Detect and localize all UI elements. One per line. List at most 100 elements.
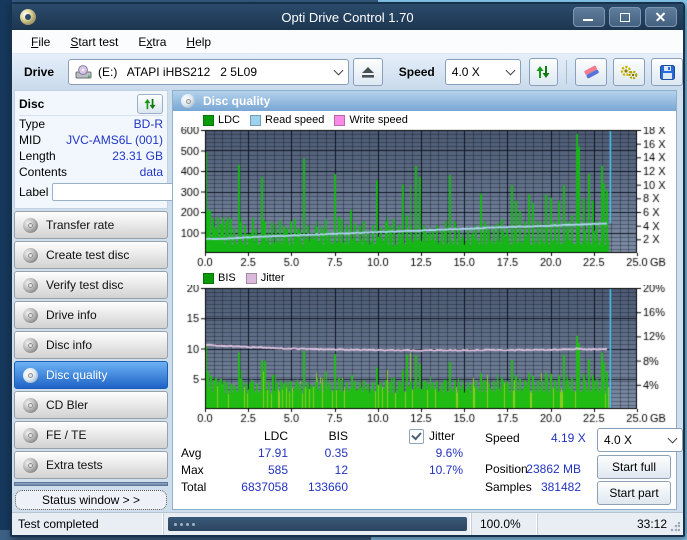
status-bar: Test completed 100.0% 33:12 <box>12 512 683 535</box>
menu-extra[interactable]: Extra <box>129 32 175 52</box>
app-disc-icon <box>20 9 36 25</box>
total-ldc: 6837058 <box>233 480 288 494</box>
status-message-cell: Test completed <box>12 513 164 535</box>
write-speed-swatch <box>334 115 345 126</box>
status-message: Test completed <box>18 517 99 531</box>
progress-percent-cell: 100.0% <box>472 513 538 535</box>
menu-start-test[interactable]: Start test <box>61 32 127 52</box>
start-part-button[interactable]: Start part <box>597 481 671 505</box>
disc-length-label: Length <box>19 149 56 163</box>
resize-grip[interactable] <box>670 522 680 532</box>
bis-chart-canvas[interactable] <box>175 285 675 425</box>
jitter-checkbox[interactable] <box>409 429 424 444</box>
jitter-checkbox-label: Jitter <box>429 429 455 443</box>
save-button[interactable] <box>651 58 683 86</box>
max-bis: 12 <box>298 463 348 477</box>
disc-contents-value: data <box>140 165 163 179</box>
refresh-button[interactable] <box>529 58 559 86</box>
status-window-button[interactable]: Status window > > <box>15 490 167 510</box>
total-row-label: Total <box>181 480 206 494</box>
drive-value: (E:) ATAPI iHBS212 2 5L09 <box>98 65 257 79</box>
read-speed-swatch <box>250 115 261 126</box>
sidebar: Disc Type BD-R MID JVC-AMS6L (001) Lengt… <box>12 90 170 512</box>
disc-type-row: Type BD-R <box>19 116 163 132</box>
bis-jitter-chart: BIS Jitter <box>173 269 676 425</box>
sidebar-filler <box>14 482 168 486</box>
toolbar: Drive (E:) ATAPI iHBS212 2 5L09 Speed 4.… <box>12 54 683 90</box>
elapsed-time: 33:12 <box>637 517 667 531</box>
minimize-button[interactable] <box>573 7 605 27</box>
refresh-icon <box>144 98 156 110</box>
minimize-icon <box>583 19 593 21</box>
menu-bar: File Start test Extra Help <box>12 30 683 54</box>
jitter-swatch <box>246 273 257 284</box>
stats-section: LDC BIS Avg 17.91 0.35 9.6% Max 585 12 1… <box>173 425 676 509</box>
ldc-swatch <box>203 115 214 126</box>
avg-bis: 0.35 <box>298 446 348 460</box>
samples-value: 381482 <box>503 480 581 494</box>
progress-bar <box>168 517 467 531</box>
disc-quality-panel: Disc quality LDC Read speed Write speed … <box>172 90 677 510</box>
disc-length-value: 23.31 GB <box>112 149 163 163</box>
disc-icon <box>23 308 38 323</box>
avg-row-label: Avg <box>181 446 201 460</box>
erase-disc-button[interactable] <box>575 58 607 86</box>
speed-result-value: 4.19 X <box>551 431 586 445</box>
checkmark-icon <box>411 430 421 441</box>
max-jitter: 10.7% <box>413 463 463 477</box>
sidebar-item-fe-te[interactable]: FE / TE <box>14 421 168 449</box>
speed-select[interactable]: 4.0 X <box>445 59 521 85</box>
sidebar-item-verify-test-disc[interactable]: Verify test disc <box>14 271 168 299</box>
speed-label: Speed <box>399 65 435 79</box>
chart-legend: BIS Jitter <box>203 271 676 285</box>
disc-contents-label: Contents <box>19 165 67 179</box>
avg-jitter: 9.6% <box>413 446 463 460</box>
sidebar-item-transfer-rate[interactable]: Transfer rate <box>14 211 168 239</box>
speed-result-label: Speed <box>485 431 520 445</box>
speed-value: 4.0 X <box>452 65 480 79</box>
disc-icon <box>23 248 38 263</box>
elapsed-time-cell: 33:12 <box>538 513 683 535</box>
panel-header: Disc quality <box>173 91 676 111</box>
ldc-chart-canvas[interactable] <box>175 127 675 269</box>
content-area: Disc Type BD-R MID JVC-AMS6L (001) Lengt… <box>12 90 683 512</box>
disc-panel-title: Disc <box>19 97 44 111</box>
menu-file[interactable]: File <box>22 32 59 52</box>
sidebar-item-create-test-disc[interactable]: Create test disc <box>14 241 168 269</box>
chart-legend: LDC Read speed Write speed <box>203 113 676 127</box>
start-full-button[interactable]: Start full <box>597 455 671 479</box>
disc-mid-value: JVC-AMS6L (001) <box>66 133 163 147</box>
toolbar-separator <box>566 60 567 84</box>
eject-icon <box>362 67 374 78</box>
legend-write-speed: Write speed <box>334 114 408 126</box>
disc-mid-label: MID <box>19 133 41 147</box>
drive-select[interactable]: (E:) ATAPI iHBS212 2 5L09 <box>68 59 349 85</box>
total-bis: 133660 <box>298 480 348 494</box>
refresh-icon <box>536 65 550 79</box>
close-button[interactable] <box>645 7 677 27</box>
eject-button[interactable] <box>353 58 383 86</box>
disc-icon <box>181 94 195 108</box>
sidebar-item-disc-quality[interactable]: Disc quality <box>14 361 168 389</box>
sidebar-item-extra-tests[interactable]: Extra tests <box>14 451 168 479</box>
disc-type-value: BD-R <box>134 117 163 131</box>
disc-contents-row: Contents data <box>19 164 163 180</box>
ldc-column-header: LDC <box>233 429 288 443</box>
sidebar-item-disc-info[interactable]: Disc info <box>14 331 168 359</box>
menu-help[interactable]: Help <box>177 32 220 52</box>
max-row-label: Max <box>181 463 204 477</box>
bis-swatch <box>203 273 214 284</box>
title-bar[interactable]: Opti Drive Control 1.70 <box>12 4 683 30</box>
chevron-down-icon <box>505 66 515 76</box>
sidebar-item-cd-bler[interactable]: CD Bler <box>14 391 168 419</box>
legend-read-speed: Read speed <box>250 114 324 126</box>
test-speed-select[interactable]: 4.0 X <box>597 428 683 452</box>
maximize-button[interactable] <box>609 7 641 27</box>
panel-title: Disc quality <box>203 94 270 108</box>
sidebar-item-drive-info[interactable]: Drive info <box>14 301 168 329</box>
disc-icon <box>23 368 38 383</box>
settings-button[interactable] <box>613 58 645 86</box>
progress-percent: 100.0% <box>480 517 521 531</box>
refresh-disc-button[interactable] <box>137 94 163 114</box>
disc-label-label: Label <box>19 185 48 199</box>
